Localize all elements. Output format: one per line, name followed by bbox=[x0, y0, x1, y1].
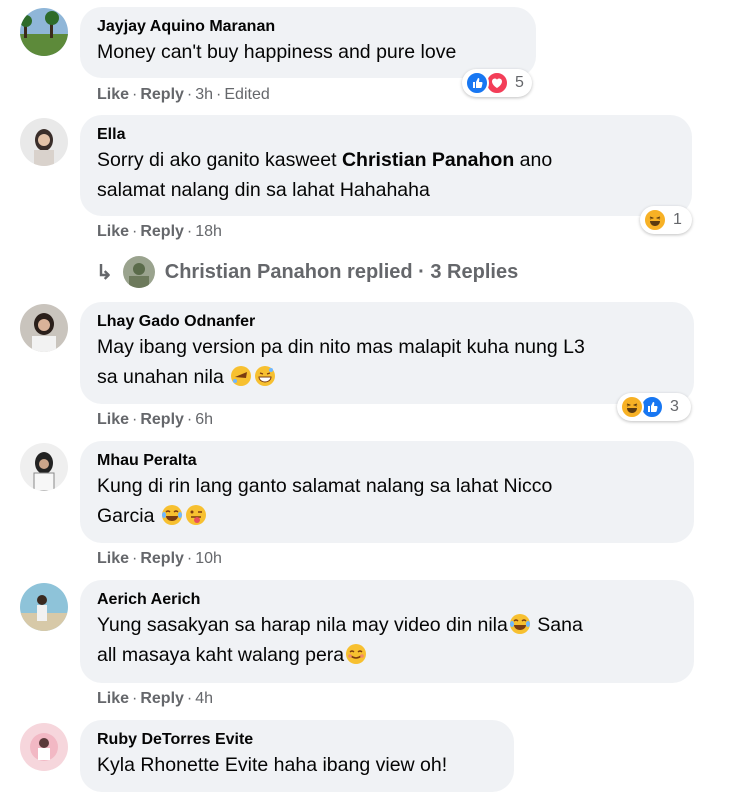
like-button[interactable]: Like bbox=[97, 690, 129, 707]
haha-reaction-icon bbox=[620, 395, 644, 419]
comment-actions: Like · Reply · 18h bbox=[97, 223, 222, 240]
rofl-emoji-icon bbox=[231, 366, 252, 386]
reply-button[interactable]: Reply bbox=[140, 223, 184, 240]
reaction-summary[interactable]: 3 bbox=[617, 393, 691, 421]
haha-reaction-icon bbox=[643, 208, 667, 232]
comment-actions: Like · Reply · 3h · Edited bbox=[97, 86, 270, 103]
comment-text: Kung di rin lang ganto salamat nalang sa… bbox=[97, 475, 553, 497]
comment-author[interactable]: Mhau Peralta bbox=[97, 451, 676, 471]
comment-bubble: Lhay Gado Odnanfer May ibang version pa … bbox=[80, 302, 694, 404]
comment-bubble: Ruby DeTorres Evite Kyla Rhonette Evite … bbox=[80, 720, 514, 792]
avatar bbox=[122, 256, 155, 288]
reaction-count: 5 bbox=[515, 74, 524, 91]
comment-timestamp[interactable]: 4h bbox=[195, 690, 213, 707]
reaction-summary[interactable]: 5 bbox=[462, 69, 532, 97]
comment-author[interactable]: Ella bbox=[97, 125, 674, 145]
reply-summary: replied · 3 Replies bbox=[347, 260, 519, 283]
avatar[interactable] bbox=[20, 8, 68, 56]
reply-arrow-icon: ↳ bbox=[96, 261, 113, 284]
comment-text-line2: sa unahan nila bbox=[97, 362, 676, 392]
comment-bubble: Jayjay Aquino Maranan Money can't buy ha… bbox=[80, 7, 536, 78]
tears-of-joy-emoji-icon bbox=[161, 505, 182, 525]
comment-author[interactable]: Jayjay Aquino Maranan bbox=[97, 17, 518, 37]
reply-button[interactable]: Reply bbox=[140, 690, 184, 707]
like-button[interactable]: Like bbox=[97, 550, 129, 567]
avatar[interactable] bbox=[20, 443, 68, 491]
reaction-count: 3 bbox=[670, 398, 679, 415]
reply-button[interactable]: Reply bbox=[140, 411, 184, 428]
comment-text: May ibang version pa din nito mas malapi… bbox=[97, 336, 585, 358]
edited-label: Edited bbox=[224, 86, 270, 103]
avatar[interactable] bbox=[20, 304, 68, 352]
comment-author[interactable]: Aerich Aerich bbox=[97, 590, 676, 610]
comment-text: Yung sasakyan sa harap nila may video di… bbox=[97, 614, 583, 636]
like-button[interactable]: Like bbox=[97, 223, 129, 240]
comment-timestamp[interactable]: 3h bbox=[195, 86, 213, 103]
like-button[interactable]: Like bbox=[97, 411, 129, 428]
reply-button[interactable]: Reply bbox=[140, 86, 184, 103]
comment-timestamp[interactable]: 18h bbox=[195, 223, 222, 240]
avatar[interactable] bbox=[20, 723, 68, 771]
comment-bubble: Aerich Aerich Yung sasakyan sa harap nil… bbox=[80, 580, 694, 683]
comment-text: Money can't buy happiness and pure love bbox=[97, 41, 457, 63]
comment-actions: Like · Reply · 4h bbox=[97, 690, 214, 707]
comment-author[interactable]: Ruby DeTorres Evite bbox=[97, 730, 496, 750]
reply-button[interactable]: Reply bbox=[140, 550, 184, 567]
comment-timestamp[interactable]: 6h bbox=[195, 411, 213, 428]
reaction-count: 1 bbox=[673, 211, 682, 228]
comment-text-line2: all masaya kaht walang pera bbox=[97, 640, 676, 670]
comment-text-line2: salamat nalang din sa lahat Hahahaha bbox=[97, 179, 430, 201]
comment-text-line2: Garcia bbox=[97, 501, 676, 531]
comment-actions: Like · Reply · 10h bbox=[97, 550, 222, 567]
comment-actions: Like · Reply · 6h bbox=[97, 411, 214, 428]
reaction-summary[interactable]: 1 bbox=[640, 206, 692, 234]
comment-bubble: Mhau Peralta Kung di rin lang ganto sala… bbox=[80, 441, 694, 543]
reply-author: Christian Panahon bbox=[164, 260, 342, 283]
avatar[interactable] bbox=[20, 583, 68, 631]
mention-link[interactable]: Christian Panahon bbox=[342, 149, 514, 171]
comment-text: Kyla Rhonette Evite haha ibang view oh! bbox=[97, 754, 448, 776]
tears-of-joy-emoji-icon bbox=[509, 614, 530, 634]
comment-author[interactable]: Lhay Gado Odnanfer bbox=[97, 312, 676, 332]
like-button[interactable]: Like bbox=[97, 86, 129, 103]
winking-tongue-emoji-icon bbox=[185, 505, 206, 525]
comment-timestamp[interactable]: 10h bbox=[195, 550, 222, 567]
smiling-eyes-emoji-icon bbox=[346, 644, 367, 664]
comment-text: Sorry di ako ganito kasweet Christian Pa… bbox=[97, 149, 553, 171]
like-reaction-icon bbox=[465, 71, 489, 95]
avatar[interactable] bbox=[20, 118, 68, 166]
grin-sweat-emoji-icon bbox=[255, 366, 276, 386]
comment-bubble: Ella Sorry di ako ganito kasweet Christi… bbox=[80, 115, 692, 216]
view-replies-link[interactable]: ↳ Christian Panahon replied · 3 Replies bbox=[96, 256, 518, 288]
